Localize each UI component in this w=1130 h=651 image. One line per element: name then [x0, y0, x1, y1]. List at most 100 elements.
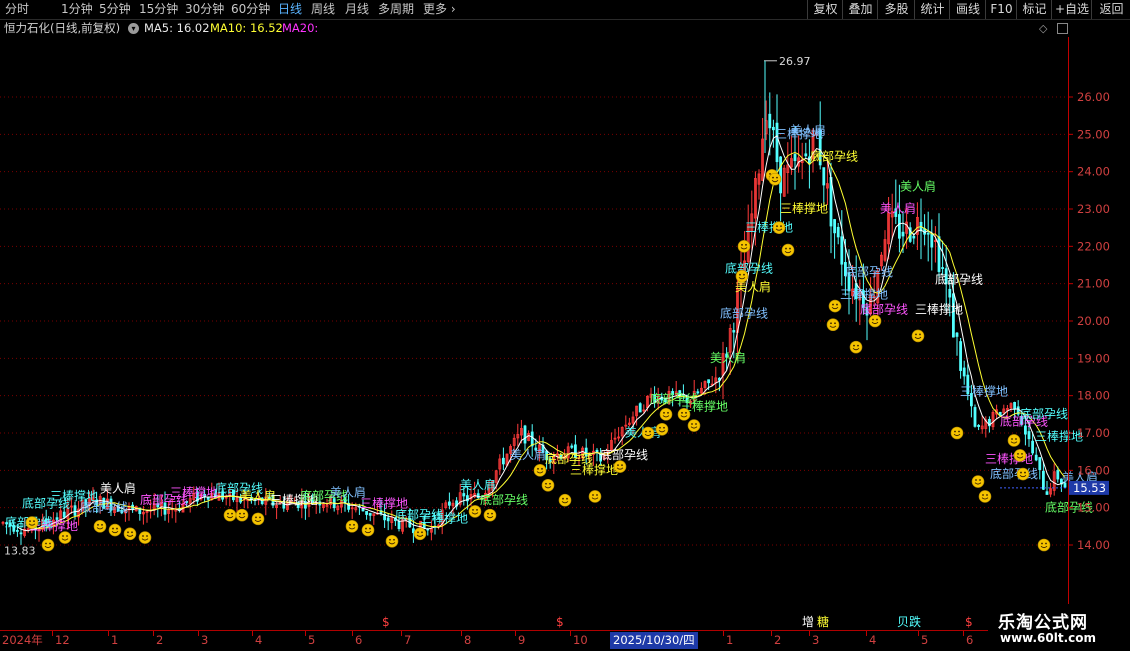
time-tick-6: [305, 631, 306, 636]
candle-body: [447, 501, 451, 506]
price-label-8: 18.00: [1077, 389, 1110, 403]
toolbar-button-6[interactable]: 标记: [1016, 0, 1052, 19]
settings-icon[interactable]: ▾: [128, 23, 139, 34]
period-tab-7[interactable]: 周线: [311, 1, 335, 18]
signal-label: 三棒撑地: [840, 287, 888, 302]
period-tab-2[interactable]: 5分钟: [99, 1, 131, 18]
ma20-label: MA20:: [282, 21, 319, 35]
candle-body: [840, 236, 844, 265]
period-tab-0[interactable]: 分时: [5, 1, 29, 18]
signal-label: 三棒撑地: [745, 219, 793, 234]
candle-body: [732, 330, 736, 333]
smiley-icon: [25, 516, 39, 529]
signal-label: 三棒撑地: [960, 384, 1008, 399]
diamond-icon[interactable]: ◇: [1039, 20, 1047, 37]
collapse-icon[interactable]: [1057, 23, 1068, 34]
candle-body: [1056, 470, 1060, 480]
time-tick-2: [108, 631, 109, 636]
candle-body: [977, 424, 980, 427]
time-label-6: 5: [308, 633, 316, 647]
candle-body: [570, 445, 574, 448]
event-marker-3: 糖: [817, 614, 829, 629]
time-tick-15: [809, 631, 810, 636]
toolbar-button-0[interactable]: 复权: [807, 0, 843, 19]
signal-label: 底部孕线: [860, 302, 908, 317]
signal-label: 底部孕线: [725, 260, 773, 275]
candle-body: [937, 236, 941, 272]
signal-label: 三棒撑地: [420, 511, 468, 526]
smiley-icon: [978, 490, 992, 503]
price-label-0: 26.00: [1077, 90, 1110, 104]
smiley-icon: [677, 408, 691, 421]
toolbar-button-7[interactable]: +自选: [1051, 0, 1092, 19]
smiley-icon: [911, 329, 925, 343]
time-label-14: 2: [774, 633, 782, 647]
smiley-icon: [826, 318, 840, 332]
signal-label: 三棒撑地: [1035, 428, 1083, 443]
time-label-9: 8: [464, 633, 472, 647]
period-tab-6[interactable]: 日线: [278, 1, 302, 18]
period-tab-4[interactable]: 30分钟: [185, 1, 224, 18]
high-label: 26.97: [779, 55, 811, 68]
event-marker-2: 增: [802, 615, 814, 629]
candle-body: [962, 367, 966, 377]
period-tab-8[interactable]: 月线: [345, 1, 369, 18]
period-tab-10[interactable]: 更多 ›: [423, 1, 456, 18]
smiley-icon: [1037, 538, 1051, 552]
low-label: 13.83: [4, 545, 36, 558]
price-label-10: 16.00: [1077, 463, 1110, 477]
watermark-title: 乐淘公式网: [998, 613, 1088, 633]
candle-body: [1042, 470, 1045, 490]
period-tab-9[interactable]: 多周期: [378, 1, 414, 18]
time-label-10: 9: [518, 633, 526, 647]
toolbar-button-3[interactable]: 统计: [914, 0, 950, 19]
candle-body: [959, 341, 962, 371]
candle-body: [1038, 457, 1042, 470]
smiley-icon: [772, 221, 786, 234]
time-tick-10: [515, 631, 516, 636]
signal-label: 三棒撑地: [780, 201, 828, 216]
smiley-icon: [123, 527, 137, 541]
time-label-13: 1: [726, 633, 734, 647]
smiley-icon: [533, 464, 547, 477]
signal-labels: 底部孕线三棒撑地底部孕线美人肩底部孕线三棒撑地底部孕线美人肩三棒撑地底部孕线美人…: [5, 122, 1098, 533]
candle-body: [833, 219, 836, 234]
candles: [1, 92, 1067, 545]
signal-label: 美人肩: [100, 481, 136, 496]
toolbar-button-5[interactable]: F10: [985, 0, 1017, 19]
smiley-icon: [108, 523, 122, 537]
toolbar-button-2[interactable]: 多股: [877, 0, 915, 19]
smiley-icon: [868, 314, 882, 328]
smiley-icon: [737, 240, 751, 253]
period-tab-1[interactable]: 1分钟: [61, 1, 93, 18]
time-label-12: 2025/10/30/四: [610, 632, 698, 649]
candle-body: [62, 511, 66, 518]
smiley-icon: [659, 408, 673, 421]
candle-body: [1013, 402, 1016, 410]
signal-label: 美人肩: [710, 350, 746, 365]
toolbar-button-1[interactable]: 叠加: [842, 0, 878, 19]
toolbar-button-4[interactable]: 画线: [949, 0, 986, 19]
smiley-icon: [541, 478, 555, 492]
toolbar-button-8[interactable]: 返回: [1091, 0, 1130, 19]
smiley-icon: [361, 523, 375, 537]
time-label-3: 2: [156, 633, 164, 647]
smiley-icon: [950, 426, 964, 440]
smiley-icon: [588, 490, 602, 503]
event-marker-0: $: [382, 615, 390, 629]
smiley-icon: [223, 508, 237, 522]
period-tab-5[interactable]: 60分钟: [231, 1, 270, 18]
signal-label: 底部孕线: [935, 272, 983, 287]
candle-body: [779, 156, 782, 194]
candle-body: [530, 431, 534, 447]
watermark: 乐淘公式网 www.60lt.com: [988, 604, 1130, 650]
smiley-icon: [971, 475, 985, 488]
period-tab-3[interactable]: 15分钟: [139, 1, 178, 18]
kline-chart[interactable]: 底部孕线三棒撑地底部孕线美人肩底部孕线三棒撑地底部孕线美人肩三棒撑地底部孕线美人…: [0, 37, 1130, 630]
signal-label: 三棒撑地: [570, 462, 618, 477]
signal-label: 底部孕线: [1020, 406, 1068, 421]
price-label-7: 19.00: [1077, 351, 1110, 365]
time-tick-16: [866, 631, 867, 636]
signal-label: 三棒撑地: [170, 484, 218, 499]
stock-title: 恒力石化(日线,前复权): [4, 21, 121, 35]
